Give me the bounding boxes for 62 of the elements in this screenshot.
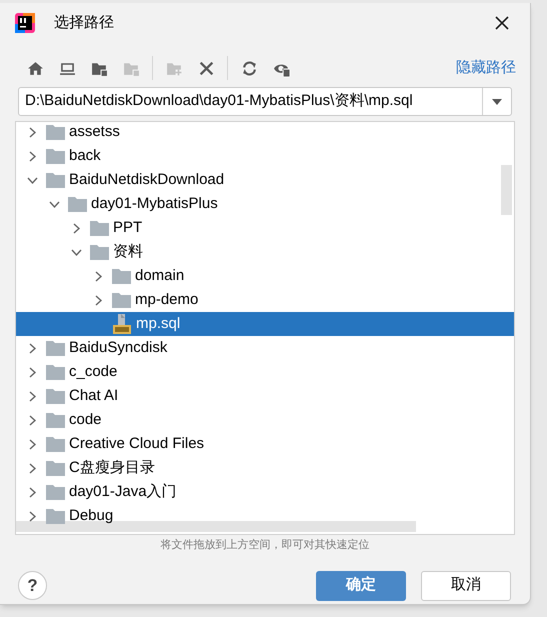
tree-item-label[interactable]: Debug [69, 504, 114, 528]
ok-button[interactable]: 确定 [316, 570, 406, 600]
selected-tree-row[interactable]: mp.sql [16, 312, 514, 336]
tree-item-label[interactable]: day01-Java入门 [69, 480, 177, 504]
folder-icon [46, 172, 65, 188]
refresh-icon[interactable] [240, 60, 258, 76]
folder-icon [46, 148, 65, 164]
tree-item-label[interactable]: BaiduSyncdisk [69, 336, 168, 360]
folder-icon [90, 244, 109, 260]
tree-item-label[interactable]: code [69, 408, 102, 432]
tree-item-label[interactable]: 资料 [113, 240, 143, 264]
dropdown-caret-icon[interactable] [491, 98, 503, 106]
tree-item-label[interactable]: Creative Cloud Files [69, 432, 204, 456]
folder-icon [46, 124, 65, 140]
folder-icon [46, 436, 65, 452]
chevron-right-icon[interactable] [27, 414, 38, 426]
sql-file-icon [112, 314, 132, 334]
tree-item-label[interactable]: domain [135, 264, 184, 288]
chevron-right-icon[interactable] [27, 462, 38, 474]
folder-icon [46, 412, 65, 428]
folder-icon [46, 484, 65, 500]
cancel-button[interactable]: 取消 [421, 570, 511, 600]
folder-icon [46, 364, 65, 380]
chevron-right-icon[interactable] [71, 222, 82, 234]
tree-item-label[interactable]: c_code [69, 360, 118, 384]
chevron-right-icon[interactable] [27, 486, 38, 498]
chevron-right-icon[interactable] [27, 438, 38, 450]
tree-item-label[interactable]: day01-MybatisPlus [91, 192, 218, 216]
chevron-right-icon[interactable] [27, 342, 38, 354]
tree-item-label[interactable]: Chat AI [69, 384, 118, 408]
vertical-scrollbar[interactable] [501, 165, 512, 215]
path-field[interactable]: D:\BaiduNetdiskDownload\day01-MybatisPlus\资料\mp.sql [18, 87, 512, 116]
tree-item-label[interactable]: mp.sql [136, 312, 180, 336]
chevron-right-icon[interactable] [93, 270, 104, 282]
window-title: 选择路径 [54, 12, 114, 33]
chevron-right-icon[interactable] [27, 126, 38, 138]
tree-item-label[interactable]: assetss [69, 122, 120, 144]
folder-icon [46, 460, 65, 476]
folder-icon [90, 220, 109, 236]
tree-item-label[interactable]: BaiduNetdiskDownload [69, 168, 224, 192]
app-logo-icon [14, 12, 36, 34]
close-icon[interactable] [494, 15, 510, 31]
delete-icon[interactable] [198, 60, 214, 76]
folder-icon [68, 196, 87, 212]
chevron-right-icon[interactable] [27, 150, 38, 162]
chevron-right-icon[interactable] [27, 390, 38, 402]
chevron-right-icon[interactable] [27, 510, 38, 522]
home-icon[interactable] [26, 60, 44, 76]
help-button[interactable]: ? [18, 571, 47, 600]
folder-icon [46, 388, 65, 404]
tree-item-label[interactable]: back [69, 144, 101, 168]
tree-item-label[interactable]: PPT [113, 216, 142, 240]
folder-icon [112, 268, 131, 284]
drag-hint-text: 将文件拖放到上方空间，即可对其快速定位 [160, 538, 370, 553]
hide-path-link[interactable]: 隐藏路径 [456, 56, 516, 80]
chevron-right-icon[interactable] [27, 366, 38, 378]
tree-item-label[interactable]: mp-demo [135, 288, 198, 312]
folder-icon [46, 340, 65, 356]
chevron-right-icon[interactable] [93, 294, 104, 306]
folder-icon [112, 292, 131, 308]
folder-icon [46, 508, 65, 524]
tree-item-label[interactable]: C盘瘦身目录 [69, 456, 155, 480]
